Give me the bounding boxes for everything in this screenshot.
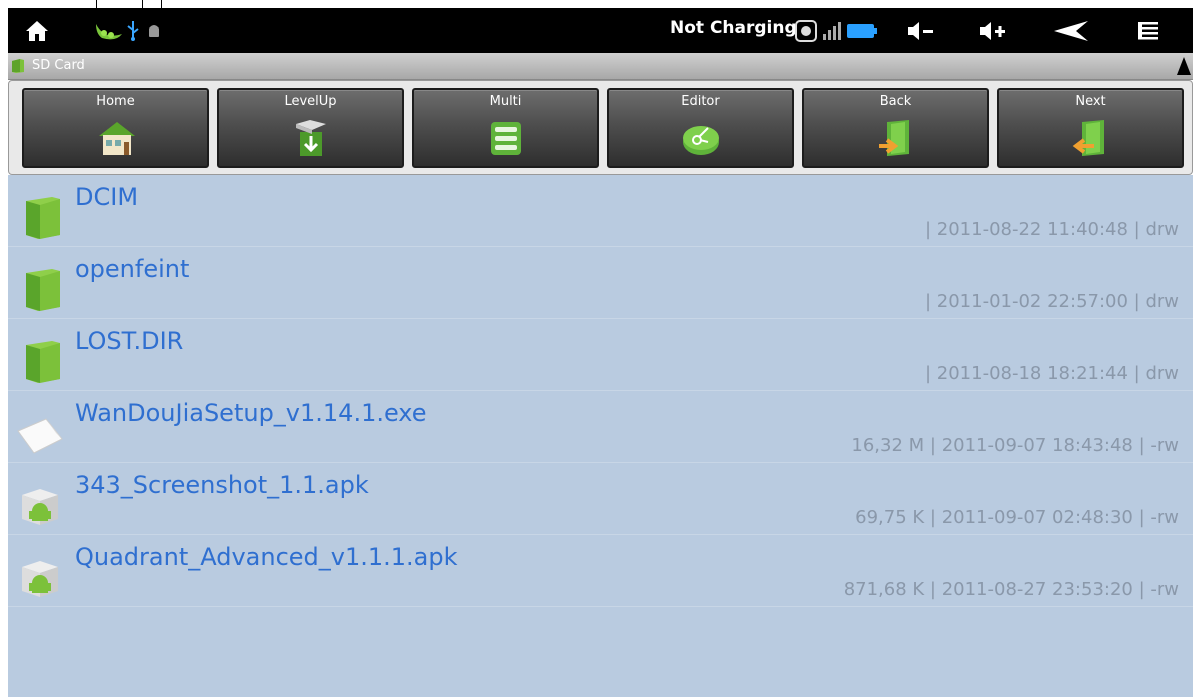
android-debug-icon bbox=[146, 20, 162, 42]
file-name: 343_Screenshot_1.1.apk bbox=[75, 471, 369, 499]
back-button[interactable]: Back bbox=[802, 88, 989, 168]
list-item[interactable]: WanDouJiaSetup_v1.14.1.exe 16,32 M | 201… bbox=[8, 391, 1193, 463]
scroll-up-icon[interactable] bbox=[1177, 57, 1191, 75]
home-button-label: Home bbox=[96, 94, 135, 109]
back-button-label: Back bbox=[879, 94, 912, 109]
folder-icon bbox=[16, 337, 64, 385]
next-button[interactable]: Next bbox=[997, 88, 1184, 168]
file-meta: | 2011-08-18 18:21:44 | drw bbox=[924, 363, 1179, 384]
apk-icon bbox=[16, 481, 64, 529]
levelup-button[interactable]: LevelUp bbox=[217, 88, 404, 168]
back-arrow-icon[interactable] bbox=[1051, 18, 1091, 44]
editor-button[interactable]: Editor bbox=[607, 88, 794, 168]
list-item[interactable]: 343_Screenshot_1.1.apk 69,75 K | 2011-09… bbox=[8, 463, 1193, 535]
status-bar: Not Charging bbox=[8, 8, 1193, 53]
multi-button[interactable]: Multi bbox=[412, 88, 599, 168]
door-back-icon bbox=[875, 118, 917, 158]
path-bar: SD Card bbox=[8, 53, 1193, 80]
file-name: Quadrant_Advanced_v1.1.1.apk bbox=[75, 543, 458, 571]
volume-down-icon[interactable] bbox=[905, 19, 937, 43]
pea-app-icon bbox=[94, 18, 124, 44]
apk-icon bbox=[16, 553, 64, 601]
battery-icon bbox=[846, 22, 878, 40]
file-meta: | 2011-01-02 22:57:00 | drw bbox=[924, 291, 1179, 312]
file-name: WanDouJiaSetup_v1.14.1.exe bbox=[75, 399, 427, 427]
scissors-icon bbox=[680, 118, 722, 158]
file-meta: 69,75 K | 2011-09-07 02:48:30 | -rw bbox=[855, 507, 1179, 528]
levelup-button-label: LevelUp bbox=[284, 94, 337, 109]
editor-button-label: Editor bbox=[681, 94, 720, 109]
box-up-icon bbox=[290, 118, 332, 158]
home-icon[interactable] bbox=[24, 18, 50, 44]
list-item[interactable]: DCIM | 2011-08-22 11:40:48 | drw bbox=[8, 175, 1193, 247]
signal-icon bbox=[821, 21, 843, 41]
file-name: LOST.DIR bbox=[75, 327, 184, 355]
tick-mark bbox=[96, 0, 97, 8]
folder-icon bbox=[16, 193, 64, 241]
toolbar: Home LevelUp Multi Editor Back Next bbox=[8, 80, 1193, 175]
tick-mark bbox=[161, 0, 162, 8]
file-icon bbox=[16, 409, 64, 457]
charging-status: Not Charging bbox=[670, 18, 797, 38]
file-meta: 16,32 M | 2011-09-07 18:43:48 | -rw bbox=[851, 435, 1179, 456]
folder-icon bbox=[12, 58, 24, 73]
home-button[interactable]: Home bbox=[22, 88, 209, 168]
folder-icon bbox=[16, 265, 64, 313]
list-item[interactable]: Quadrant_Advanced_v1.1.1.apk 871,68 K | … bbox=[8, 535, 1193, 607]
top-strip bbox=[0, 0, 1193, 8]
current-path: SD Card bbox=[32, 58, 85, 73]
multi-button-label: Multi bbox=[489, 94, 522, 109]
file-meta: 871,68 K | 2011-08-27 23:53:20 | -rw bbox=[843, 579, 1179, 600]
house-icon bbox=[95, 118, 137, 158]
tick-mark bbox=[142, 0, 143, 8]
file-name: DCIM bbox=[75, 183, 139, 211]
next-button-label: Next bbox=[1075, 94, 1106, 109]
door-next-icon bbox=[1070, 118, 1112, 158]
file-list[interactable]: DCIM | 2011-08-22 11:40:48 | drw openfei… bbox=[8, 175, 1193, 697]
list-item[interactable]: LOST.DIR | 2011-08-18 18:21:44 | drw bbox=[8, 319, 1193, 391]
list-item[interactable]: openfeint | 2011-01-02 22:57:00 | drw bbox=[8, 247, 1193, 319]
stack-icon bbox=[485, 118, 527, 158]
file-meta: | 2011-08-22 11:40:48 | drw bbox=[924, 219, 1179, 240]
file-name: openfeint bbox=[75, 255, 190, 283]
usb-icon bbox=[124, 18, 142, 44]
volume-up-icon[interactable] bbox=[977, 19, 1009, 43]
menu-icon[interactable] bbox=[1135, 18, 1161, 44]
sync-icon bbox=[794, 19, 818, 43]
